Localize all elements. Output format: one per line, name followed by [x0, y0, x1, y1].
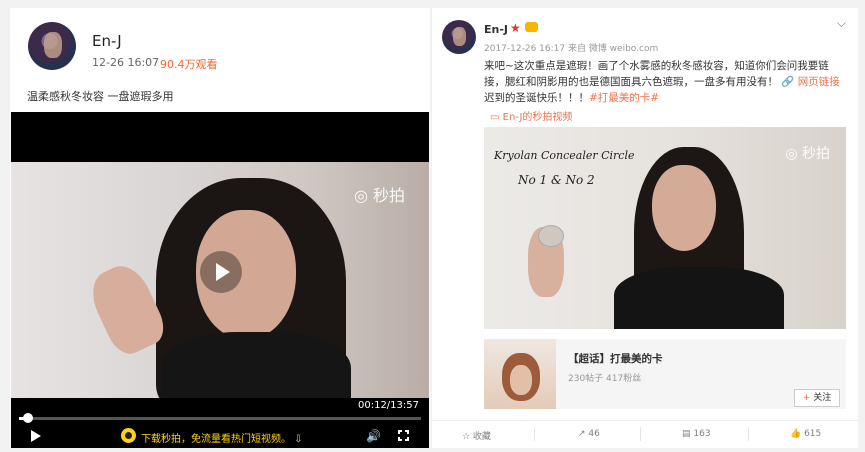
miaopai-logo-icon[interactable] — [121, 428, 136, 443]
volume-icon[interactable]: 🔊 — [366, 429, 381, 443]
play-icon[interactable] — [31, 430, 41, 442]
video-frame-body — [614, 267, 784, 329]
post-video[interactable]: Kryolan Concealer Circle No 1 & No 2 ◎ 秒… — [484, 127, 846, 329]
post-line-2: 迟到的圣诞快乐！！！#打最美的卡# — [484, 90, 659, 105]
post-line-2-text: 迟到的圣诞快乐！！！ — [484, 92, 589, 104]
video-source-link[interactable]: ▭ En-J的秒拍视频 — [490, 108, 572, 123]
divider — [748, 427, 749, 441]
fullscreen-icon[interactable] — [398, 430, 409, 441]
post-header: En-J 12-26 16:07 90.4万观看 — [10, 8, 430, 80]
avatar[interactable] — [28, 22, 76, 70]
post-time: 12-26 16:07 — [92, 56, 160, 69]
video-frame-body — [161, 332, 351, 398]
progress-bar[interactable] — [19, 413, 421, 423]
avatar[interactable] — [442, 20, 476, 54]
video-player[interactable]: ◎ 秒拍 00:12/13:57 下载秒拍，免流量看热门短视频。 ⇩ 🔊 — [11, 112, 429, 448]
view-count: 90.4万观看 — [160, 58, 218, 71]
chevron-down-icon[interactable]: ⌵ — [837, 16, 846, 31]
topic-title[interactable]: 【超话】打最美的卡 — [568, 351, 663, 366]
play-overlay-icon[interactable] — [200, 251, 242, 293]
handwriting-line-1: Kryolan Concealer Circle — [494, 149, 635, 162]
handwriting-line-2: No 1 & No 2 — [518, 173, 595, 187]
follow-button[interactable]: + 关注 — [794, 389, 840, 407]
video-time: 00:12/13:57 — [357, 400, 419, 411]
divider — [640, 427, 641, 441]
miaopai-watermark: ◎ 秒拍 — [785, 146, 830, 162]
author-name[interactable]: En-J — [92, 32, 122, 50]
post-text: 来吧~这次重点是遮瑕！画了个水雾感的秋冬感妆容，知道你们会问我要链接，腮红和阴影… — [484, 58, 846, 90]
post-meta: 2017-12-26 16:17 来自 微博 weibo.com — [484, 44, 659, 54]
video-description: 温柔感秋冬妆容 一盘遮瑕多用 — [27, 90, 174, 103]
web-link[interactable]: 🔗 网页链接 — [781, 76, 839, 88]
topic-thumbnail[interactable] — [484, 339, 556, 409]
repost-button[interactable]: ↗ 46 — [578, 429, 600, 439]
topic-stats: 230帖子 417粉丝 — [568, 374, 642, 384]
divider — [534, 427, 535, 441]
like-button[interactable]: 👍 615 — [790, 429, 821, 439]
topic-card[interactable]: 【超话】打最美的卡 230帖子 417粉丝 + 关注 — [484, 339, 846, 409]
author-name[interactable]: En-J — [484, 23, 508, 36]
post-body: 来吧~这次重点是遮瑕！画了个水雾感的秋冬感妆容，知道你们会问我要链接，腮红和阴影… — [484, 60, 829, 88]
comment-button[interactable]: ▤ 163 — [682, 429, 711, 439]
download-promo-link[interactable]: 下载秒拍，免流量看热门短视频。 ⇩ — [141, 430, 303, 445]
vip-badge-icon[interactable] — [525, 22, 538, 32]
video-card: En-J 12-26 16:07 90.4万观看 温柔感秋冬妆容 一盘遮瑕多用 … — [10, 8, 430, 448]
hashtag-link[interactable]: #打最美的卡# — [589, 92, 659, 104]
miaopai-watermark: ◎ 秒拍 — [353, 186, 405, 205]
concealer-compact — [538, 225, 564, 247]
video-frame[interactable]: ◎ 秒拍 — [11, 162, 429, 398]
plus-icon: + — [802, 393, 811, 403]
weibo-post: En-J ★ 2017-12-26 16:17 来自 微博 weibo.com … — [432, 8, 858, 448]
favorite-button[interactable]: ☆ 收藏 — [462, 429, 491, 442]
follow-label: 关注 — [813, 393, 832, 403]
video-frame-face — [652, 165, 716, 251]
video-controls: 下载秒拍，免流量看热门短视频。 ⇩ 🔊 — [11, 424, 429, 448]
star-badge-icon[interactable]: ★ — [510, 21, 521, 35]
action-bar: ☆ 收藏 ↗ 46 ▤ 163 👍 615 — [432, 420, 858, 448]
progress-handle[interactable] — [23, 413, 33, 423]
